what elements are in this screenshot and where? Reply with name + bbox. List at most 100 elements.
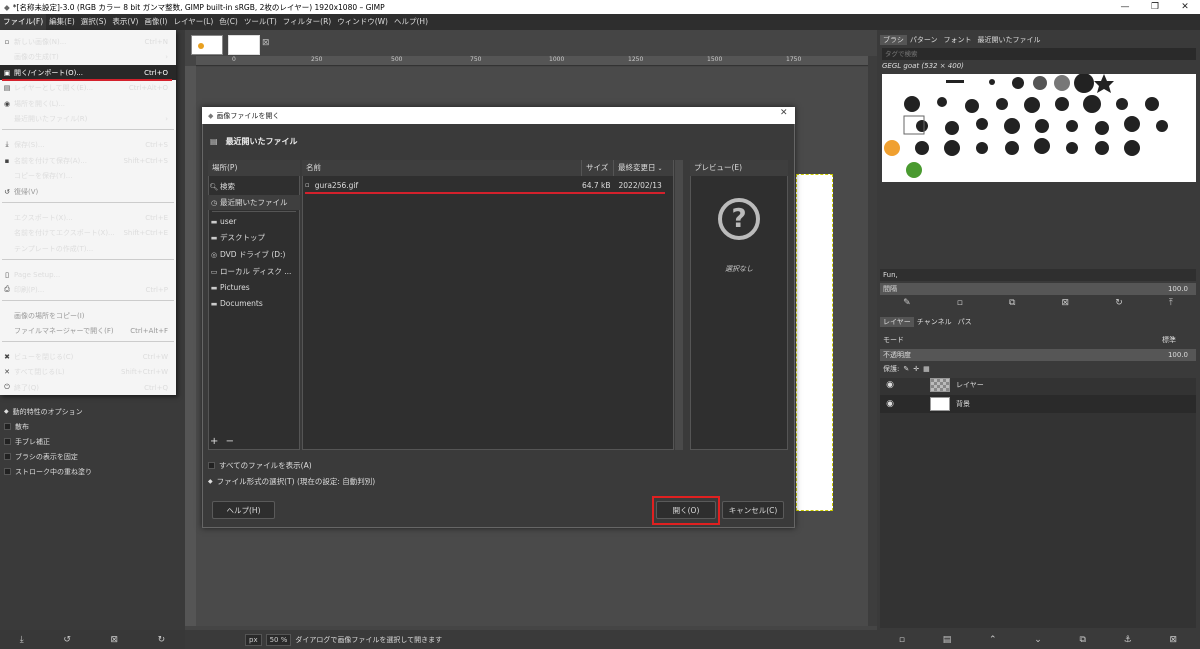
brush-spacing-slider[interactable]: 間隔 100.0: [880, 283, 1196, 295]
tool-option-incremental[interactable]: ストローク中の重ね塗り: [0, 464, 185, 479]
menu-item-12[interactable]: テンプレートの作成(T)...: [0, 241, 176, 256]
menu-windows[interactable]: ウィンドウ(W): [334, 14, 391, 30]
remove-bookmark-icon[interactable]: −: [226, 436, 234, 447]
column-name[interactable]: 名前: [302, 160, 582, 176]
menu-item-17[interactable]: ✖ ビューを閉じる(C) Ctrl+W: [0, 349, 176, 364]
menu-item-4[interactable]: ◉ 場所を開く(L)...: [0, 96, 176, 111]
menu-filters[interactable]: フィルター(R): [280, 14, 334, 30]
menu-item-14[interactable]: ⎙ 印刷(P)... Ctrl+P: [0, 282, 176, 297]
unit-select[interactable]: px: [245, 633, 262, 646]
tool-option-lock-brush[interactable]: ブラシの表示を固定: [0, 449, 185, 464]
checkbox[interactable]: [4, 468, 11, 475]
delete-layer-icon[interactable]: ⊠: [1170, 635, 1178, 645]
brush-grid[interactable]: [882, 73, 1196, 182]
menu-colors[interactable]: 色(C): [216, 14, 241, 30]
place-recent[interactable]: ◷ 最近開いたファイル: [208, 195, 300, 210]
reset-options-icon[interactable]: ↻: [158, 635, 166, 645]
menu-item-13[interactable]: ▯ Page Setup...: [0, 267, 176, 282]
tool-option-smoothing[interactable]: 手ブレ補正: [0, 434, 185, 449]
dialog-close-icon[interactable]: ✕: [780, 108, 788, 118]
layer-row-selected[interactable]: ◉ 背景: [880, 395, 1196, 413]
menu-item-0[interactable]: ▫ 新しい画像(N)... Ctrl+N: [0, 34, 176, 49]
visibility-eye-icon[interactable]: ◉: [880, 399, 900, 409]
tab-paths[interactable]: パス: [955, 317, 975, 327]
brush-preset-name[interactable]: Fun,: [880, 269, 1196, 281]
menu-item-18[interactable]: ✕ すべて閉じる(L) Shift+Ctrl+W: [0, 364, 176, 379]
minimize-icon[interactable]: —: [1110, 0, 1140, 14]
image-tab-thumbnail[interactable]: [191, 35, 223, 55]
menu-item-19[interactable]: ⏻ 終了(Q) Ctrl+Q: [0, 380, 176, 395]
image-tab-thumbnail-active[interactable]: [228, 35, 260, 55]
mode-select[interactable]: 標準: [1162, 335, 1176, 345]
lock-pixels-icon[interactable]: ✎: [903, 365, 909, 373]
checkbox[interactable]: [4, 423, 11, 430]
column-size[interactable]: サイズ: [582, 160, 614, 176]
lower-layer-icon[interactable]: ⌄: [1034, 635, 1042, 645]
menu-layer[interactable]: レイヤー(L): [170, 14, 216, 30]
edit-brush-icon[interactable]: ✎: [903, 298, 911, 308]
menu-select[interactable]: 選択(S): [78, 14, 110, 30]
visibility-eye-icon[interactable]: ◉: [880, 380, 900, 390]
menu-help[interactable]: ヘルプ(H): [391, 14, 431, 30]
close-icon[interactable]: ✕: [1170, 0, 1200, 14]
tab-document-history[interactable]: 最近開いたファイル: [975, 35, 1044, 45]
place-pictures[interactable]: ▬ Pictures: [208, 280, 300, 295]
place-search[interactable]: 🔍︎ 検索: [208, 179, 300, 194]
file-row[interactable]: ▫ gura256.gif 64.7 kB 2022/02/13: [303, 178, 673, 192]
place-user[interactable]: ▬ user: [208, 214, 300, 229]
tab-patterns[interactable]: パターン: [907, 35, 941, 45]
place-documents[interactable]: ▬ Documents: [208, 296, 300, 311]
duplicate-layer-icon[interactable]: ⧉: [1080, 635, 1086, 645]
lock-position-icon[interactable]: ✛: [913, 365, 919, 373]
show-all-files-option[interactable]: すべてのファイルを表示(A): [208, 458, 312, 472]
menu-item-7[interactable]: ▪ 名前を付けて保存(A)... Shift+Ctrl+S: [0, 153, 176, 168]
new-brush-icon[interactable]: ▫: [957, 298, 963, 308]
duplicate-brush-icon[interactable]: ⧉: [1009, 298, 1015, 308]
menu-item-5[interactable]: 最近開いたファイル(R) ›: [0, 111, 176, 126]
tab-brushes[interactable]: ブラシ: [880, 35, 907, 45]
tool-option-dynamics[interactable]: ◆ 動的特性のオプション: [0, 404, 185, 419]
cancel-button[interactable]: キャンセル(C): [722, 501, 784, 519]
tool-option-scatter[interactable]: 散布: [0, 419, 185, 434]
layer-row[interactable]: ◉ レイヤー: [880, 376, 1196, 394]
checkbox[interactable]: [4, 453, 11, 460]
menu-image[interactable]: 画像(I): [141, 14, 170, 30]
menu-item-6[interactable]: ⤓ 保存(S)... Ctrl+S: [0, 137, 176, 152]
menu-item-8[interactable]: コピーを保存(Y)...: [0, 168, 176, 183]
delete-options-icon[interactable]: ⊠: [111, 635, 119, 645]
tab-layers[interactable]: レイヤー: [880, 317, 914, 327]
tab-channels[interactable]: チャンネル: [914, 317, 955, 327]
tab-fonts[interactable]: フォント: [941, 35, 975, 45]
file-type-expander[interactable]: ◆ ファイル形式の選択(T) (現在の設定: 自動判別): [208, 474, 375, 488]
place-desktop[interactable]: ▬ デスクトップ: [208, 230, 300, 245]
image-canvas[interactable]: [796, 174, 833, 511]
anchor-layer-icon[interactable]: ⚓︎: [1124, 635, 1132, 645]
raise-layer-icon[interactable]: ⌃: [989, 635, 997, 645]
checkbox[interactable]: [208, 461, 215, 469]
menu-view[interactable]: 表示(V): [109, 14, 141, 30]
menu-item-11[interactable]: 名前を付けてエクスポート(X)... Shift+Ctrl+E: [0, 225, 176, 240]
zoom-select[interactable]: 50 %: [265, 633, 292, 646]
lock-alpha-icon[interactable]: ▦: [923, 365, 930, 373]
new-layer-icon[interactable]: ▫: [899, 635, 905, 645]
add-bookmark-icon[interactable]: +: [210, 436, 218, 447]
maximize-icon[interactable]: ❐: [1140, 0, 1170, 14]
tab-close-icon[interactable]: ⊠: [262, 38, 270, 48]
place-local-disk[interactable]: ▭ ローカル ディスク ...: [208, 264, 300, 279]
restore-options-icon[interactable]: ↺: [63, 635, 71, 645]
checkbox[interactable]: [4, 438, 11, 445]
brush-tag-filter[interactable]: タグで検索: [882, 48, 1196, 60]
file-list-scrollbar[interactable]: [675, 160, 683, 450]
canvas-vertical-scrollbar[interactable]: [868, 56, 877, 626]
menu-edit[interactable]: 編集(E): [46, 14, 78, 30]
refresh-brushes-icon[interactable]: ↻: [1115, 298, 1123, 308]
menu-item-10[interactable]: エクスポート(X)... Ctrl+E: [0, 210, 176, 225]
opacity-slider[interactable]: 不透明度 100.0: [880, 349, 1196, 361]
help-button[interactable]: ヘルプ(H): [212, 501, 275, 519]
open-brush-icon[interactable]: ⤒: [1169, 298, 1173, 308]
new-group-icon[interactable]: ▤: [943, 635, 952, 645]
column-modified[interactable]: 最終変更日 ⌄: [614, 160, 674, 176]
place-dvd[interactable]: ◎ DVD ドライブ (D:): [208, 247, 300, 262]
menu-item-2[interactable]: ▣ 開く/インポート(O)... Ctrl+O: [0, 65, 176, 80]
menu-file[interactable]: ファイル(F): [0, 14, 47, 30]
